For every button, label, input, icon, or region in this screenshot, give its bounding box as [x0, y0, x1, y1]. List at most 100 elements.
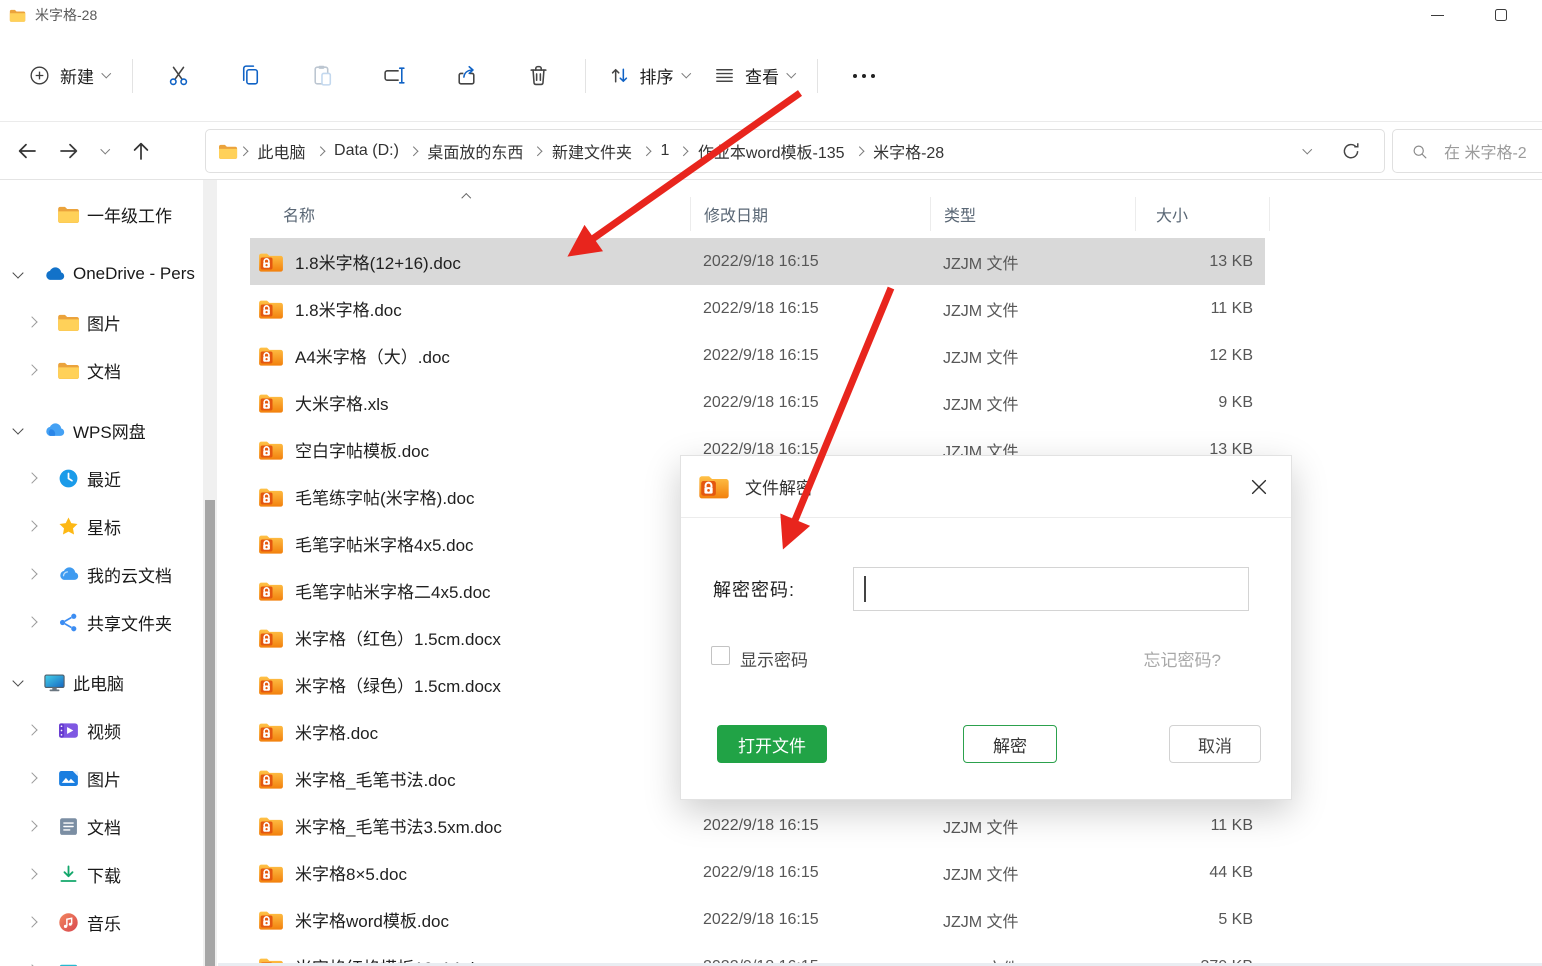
recent-locations-button[interactable]	[90, 130, 120, 172]
sidebar-item[interactable]: 共享文件夹	[0, 598, 218, 646]
breadcrumb-item[interactable]: 作业本word模板-135	[689, 134, 854, 168]
file-row[interactable]: A4米字格（大）.doc 2022/9/18 16:15 JZJM 文件 12 …	[250, 332, 1265, 379]
sidebar-item[interactable]: 视频	[0, 706, 218, 754]
text-caret	[864, 576, 866, 602]
forgot-password-link[interactable]: 忘记密码?	[1144, 646, 1221, 671]
lockfolder-icon	[258, 815, 284, 837]
rename-button[interactable]	[375, 56, 415, 96]
file-name: 毛笔字帖米字格二4x5.doc	[295, 578, 491, 603]
expander-chevron-icon[interactable]	[22, 618, 42, 626]
file-date: 2022/9/18 16:15	[690, 253, 930, 271]
lockfolder-icon	[258, 439, 284, 461]
file-row[interactable]: 1.8米字格(12+16).doc 2022/9/18 16:15 JZJM 文…	[250, 238, 1265, 285]
new-button[interactable]: 新建	[16, 54, 122, 98]
sidebar-item-label: 共享文件夹	[87, 610, 172, 635]
video-icon	[57, 719, 80, 742]
sidebar-item[interactable]: 音乐	[0, 898, 218, 946]
dialog-title: 文件解密	[745, 474, 813, 499]
sidebar-item[interactable]: 文档	[0, 346, 218, 394]
column-header-size[interactable]: 大小	[1135, 197, 1253, 231]
sidebar-item[interactable]: 一年级工作	[0, 190, 218, 238]
expander-chevron-icon[interactable]	[22, 918, 42, 926]
minimize-button[interactable]	[1414, 0, 1460, 30]
file-name: 1.8米字格(12+16).doc	[295, 249, 461, 274]
expander-chevron-icon[interactable]	[22, 870, 42, 878]
sidebar-item-desktop[interactable]	[0, 946, 218, 966]
expander-chevron-icon[interactable]	[22, 726, 42, 734]
breadcrumb-item[interactable]: 桌面放的东西	[418, 134, 532, 168]
open-file-button[interactable]: 打开文件	[717, 725, 827, 763]
folder-icon	[9, 8, 26, 23]
refresh-icon	[1340, 140, 1362, 162]
up-button[interactable]	[120, 130, 162, 172]
toolbar-divider	[585, 59, 586, 93]
expander-chevron-icon[interactable]	[22, 822, 42, 830]
copy-button[interactable]	[231, 56, 271, 96]
scrollbar-thumb[interactable]	[205, 500, 215, 966]
expander-chevron-icon[interactable]	[22, 474, 42, 482]
more-button[interactable]	[844, 56, 884, 96]
sidebar-item[interactable]: 图片	[0, 298, 218, 346]
view-button[interactable]: 查看	[701, 54, 807, 98]
desktop-icon	[57, 959, 80, 966]
sidebar-item[interactable]: 此电脑	[0, 658, 218, 706]
expander-chevron-icon[interactable]	[8, 272, 28, 277]
refresh-button[interactable]	[1336, 130, 1366, 172]
breadcrumb-item[interactable]: 米字格-28	[864, 134, 953, 168]
column-header-date[interactable]: 修改日期	[690, 197, 930, 231]
sidebar-item[interactable]: 下载	[0, 850, 218, 898]
close-button[interactable]	[1244, 472, 1274, 502]
address-dropdown-icon[interactable]	[1302, 144, 1311, 153]
expander-chevron-icon[interactable]	[22, 366, 42, 374]
delete-button[interactable]	[519, 56, 559, 96]
maximize-button[interactable]	[1478, 0, 1524, 30]
sidebar-item[interactable]: OneDrive - Pers	[0, 250, 218, 298]
sidebar-item[interactable]: 我的云文档	[0, 550, 218, 598]
file-row[interactable]: 米字格8×5.doc 2022/9/18 16:15 JZJM 文件 44 KB	[250, 849, 1265, 896]
sidebar-item[interactable]: 文档	[0, 802, 218, 850]
file-size: 13 KB	[1135, 253, 1253, 271]
share-button[interactable]	[447, 56, 487, 96]
breadcrumb-separator-icon	[533, 146, 542, 155]
expander-chevron-icon[interactable]	[8, 680, 28, 685]
file-name: 米字格（红色）1.5cm.docx	[295, 625, 501, 650]
breadcrumb-item[interactable]: 1	[651, 137, 678, 165]
column-header-type[interactable]: 类型	[930, 197, 1135, 231]
file-row[interactable]: 大米字格.xls 2022/9/18 16:15 JZJM 文件 9 KB	[250, 379, 1265, 426]
password-input[interactable]	[853, 567, 1249, 611]
forward-button[interactable]	[48, 130, 90, 172]
sidebar-item-label: 图片	[87, 310, 121, 335]
expander-chevron-icon[interactable]	[22, 318, 42, 326]
sidebar-item[interactable]: 星标	[0, 502, 218, 550]
file-row[interactable]: 米字格_毛笔书法3.5xm.doc 2022/9/18 16:15 JZJM 文…	[250, 802, 1265, 849]
file-row[interactable]: 米字格word模板.doc 2022/9/18 16:15 JZJM 文件 5 …	[250, 896, 1265, 943]
decrypt-button[interactable]: 解密	[963, 725, 1057, 763]
breadcrumb-item[interactable]: Data (D:)	[325, 137, 408, 165]
address-box[interactable]: 此电脑 Data (D:) 桌面放的东西 新建文件夹	[205, 129, 1385, 173]
sidebar-item-label: 最近	[87, 466, 121, 491]
expander-chevron-icon[interactable]	[22, 522, 42, 530]
sidebar-scrollbar[interactable]	[203, 180, 217, 966]
breadcrumb-item[interactable]: 新建文件夹	[543, 134, 641, 168]
sidebar-item[interactable]: 最近	[0, 454, 218, 502]
expander-chevron-icon[interactable]	[8, 428, 28, 433]
back-button[interactable]	[6, 130, 48, 172]
file-row[interactable]: 1.8米字格.doc 2022/9/18 16:15 JZJM 文件 11 KB	[250, 285, 1265, 332]
file-name: 1.8米字格.doc	[295, 296, 402, 321]
column-header-name[interactable]: 名称	[250, 197, 690, 231]
breadcrumb-item[interactable]: 此电脑	[249, 134, 315, 168]
paste-button[interactable]	[303, 56, 343, 96]
show-password-checkbox[interactable]	[711, 646, 730, 665]
cancel-button[interactable]: 取消	[1169, 725, 1261, 763]
file-name: 毛笔练字帖(米字格).doc	[295, 484, 474, 509]
sort-button[interactable]: 排序	[596, 54, 702, 98]
expander-chevron-icon[interactable]	[22, 774, 42, 782]
search-input[interactable]: 在 米字格-2	[1392, 129, 1542, 173]
cut-button[interactable]	[159, 56, 199, 96]
expander-chevron-icon[interactable]	[22, 570, 42, 578]
expander-chevron-icon[interactable]	[22, 210, 42, 218]
show-password-label: 显示密码	[740, 646, 808, 671]
lock-folder-icon	[698, 473, 730, 500]
sidebar-item[interactable]: 图片	[0, 754, 218, 802]
sidebar-item[interactable]: WPS网盘	[0, 406, 218, 454]
